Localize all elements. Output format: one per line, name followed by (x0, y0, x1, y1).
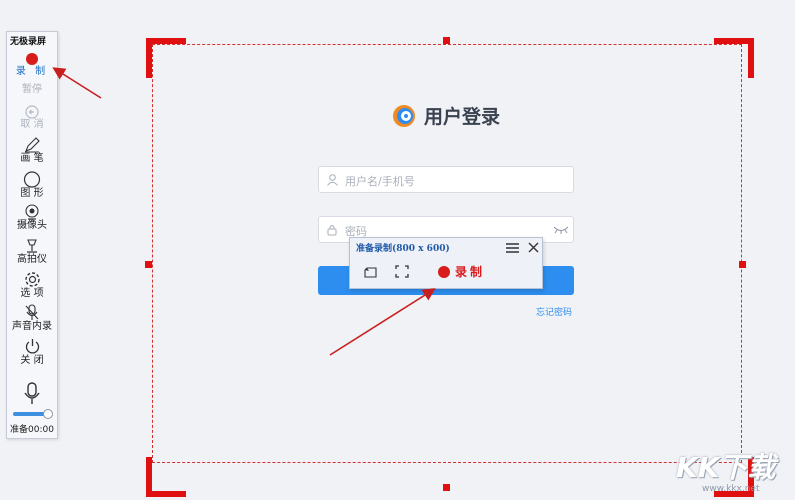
watermark-brand: KK下载 (676, 451, 776, 484)
arrow-to-record-button (52, 67, 102, 99)
annotation-arrows (52, 67, 436, 356)
arrow-to-panel-record (329, 288, 436, 356)
watermark-url: www.kkx.net (702, 484, 760, 494)
watermark-logo: KK下载 www.kkx.net (676, 446, 788, 498)
